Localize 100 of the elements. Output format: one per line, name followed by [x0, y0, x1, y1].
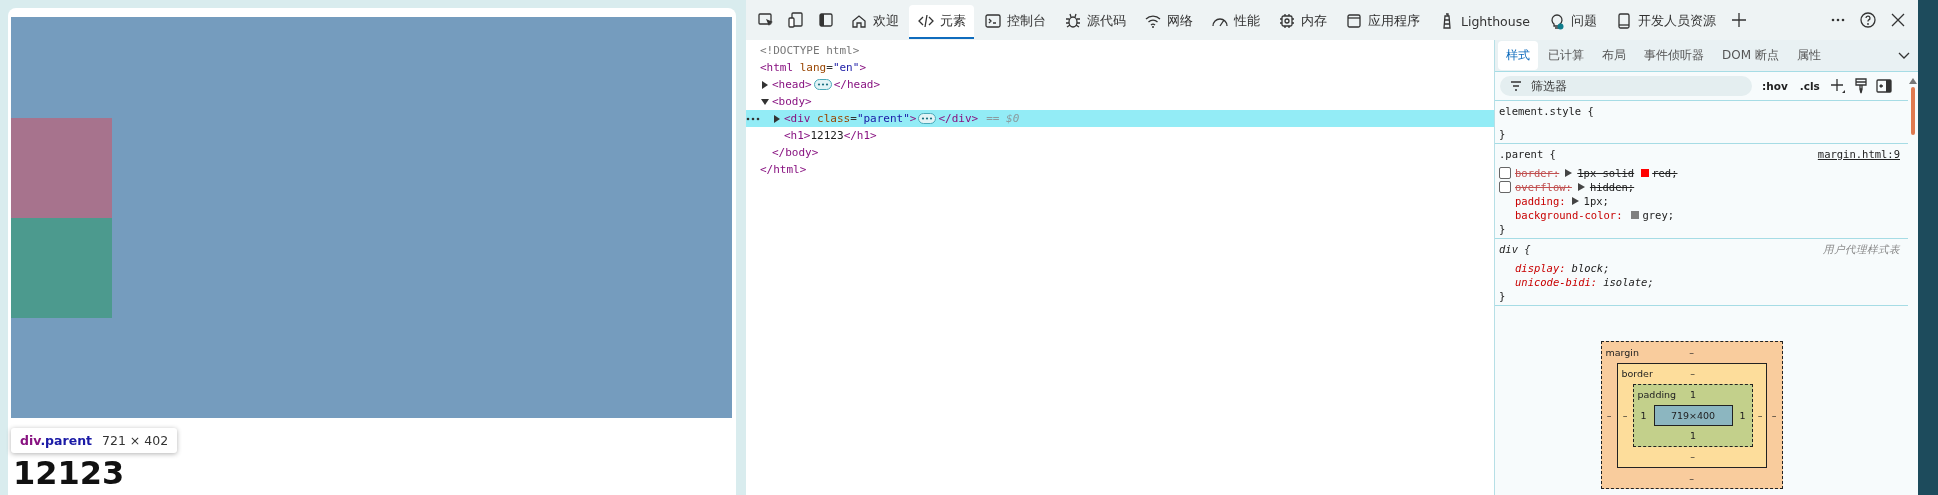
panel-tab[interactable]: 已计算: [1540, 41, 1592, 70]
devtools-tab[interactable]: 开发人员资源: [1606, 5, 1724, 39]
bug-icon: [1064, 12, 1082, 30]
css-property: display:: [1515, 261, 1566, 275]
devtools-tab[interactable]: 源代码: [1056, 5, 1134, 39]
dom-node-tag[interactable]: <head>: [772, 76, 812, 93]
devtools-tab[interactable]: 控制台: [976, 5, 1054, 39]
checkbox[interactable]: [1499, 181, 1511, 193]
box-value: –: [1606, 409, 1612, 421]
dom-node-tag[interactable]: </div>: [938, 110, 979, 127]
dom-node-tag[interactable]: </head>: [833, 76, 881, 93]
devtools-tab[interactable]: 内存: [1270, 5, 1335, 39]
devtools-tab[interactable]: 元素: [909, 5, 974, 39]
box-value: –: [1689, 346, 1694, 358]
css-value: hidden;: [1589, 180, 1635, 194]
color-swatch[interactable]: [1641, 169, 1650, 177]
devtools-tab[interactable]: Lighthouse: [1430, 5, 1538, 39]
help-icon[interactable]: [1859, 11, 1877, 29]
box-value: –: [1690, 451, 1695, 462]
css-property: padding:: [1515, 194, 1566, 208]
scroll-up-icon: [1909, 78, 1917, 84]
element-label: div.parent: [20, 433, 93, 448]
page-heading: 12123: [13, 456, 125, 490]
ellipsis-button[interactable]: [813, 79, 832, 90]
expand-triangle-icon[interactable]: [761, 80, 769, 89]
dom-node-tag[interactable]: <div class="parent">: [784, 110, 917, 127]
add-icon[interactable]: [1730, 12, 1747, 28]
css-property: unicode-bidi:: [1515, 275, 1598, 289]
css-value: 1px solid: [1577, 166, 1635, 180]
panel-tab[interactable]: DOM 断点: [1714, 41, 1787, 70]
panel-tab[interactable]: 属性: [1788, 41, 1829, 70]
css-value: block;: [1571, 261, 1610, 275]
sidebar-icon[interactable]: [1875, 79, 1892, 93]
box-value: –: [1689, 472, 1694, 484]
css-value: isolate;: [1603, 275, 1654, 289]
dom-node-tag[interactable]: <body>: [772, 93, 812, 110]
expand-triangle-icon[interactable]: [1577, 183, 1585, 191]
panel-tab[interactable]: 事件侦听器: [1636, 41, 1712, 70]
dom-node-tag[interactable]: <!DOCTYPE html>: [760, 42, 860, 59]
devtools-tab[interactable]: 问题: [1539, 5, 1605, 39]
add-rule-icon[interactable]: [1829, 78, 1846, 94]
closing-brace: }: [1499, 127, 1507, 141]
window-icon: [1345, 12, 1363, 30]
css-value: 1px;: [1583, 194, 1609, 208]
box-value: –: [1690, 368, 1695, 379]
chevron-down-icon[interactable]: [1898, 51, 1910, 60]
css-selector: .parent {: [1499, 147, 1556, 161]
closing-brace: }: [1499, 222, 1507, 236]
box-label: margin: [1604, 346, 1639, 358]
dom-node-tag[interactable]: <html lang="en">: [760, 59, 866, 76]
css-selector: element.style {: [1499, 104, 1594, 118]
box-value: –: [1757, 409, 1763, 421]
box-value: 1: [1689, 389, 1696, 400]
dom-node-tag[interactable]: <h1>12123</h1>: [784, 127, 877, 144]
filter-field[interactable]: 筛选器: [1500, 76, 1752, 96]
console-icon: [984, 12, 1002, 30]
expand-triangle-icon[interactable]: [1571, 197, 1579, 205]
color-swatch[interactable]: [1631, 211, 1640, 219]
box-label: padding: [1636, 389, 1677, 400]
ellipsis-button[interactable]: [918, 113, 937, 124]
close-icon[interactable]: [1889, 11, 1907, 29]
devtools-tab[interactable]: 性能: [1203, 5, 1268, 39]
box-value: 1: [1739, 409, 1746, 421]
box-value: –: [1771, 409, 1777, 421]
box-value: 1: [1640, 409, 1647, 421]
panel-tab[interactable]: 布局: [1594, 41, 1634, 70]
devtools-tab[interactable]: 欢迎: [842, 5, 907, 39]
code-icon: [917, 12, 935, 30]
panel-tab[interactable]: 样式: [1498, 41, 1538, 70]
box-label: border: [1620, 368, 1653, 379]
css-selector: div {: [1499, 242, 1531, 256]
expand-triangle-icon[interactable]: [1565, 169, 1573, 177]
box-value: –: [1622, 409, 1628, 421]
css-property: border:: [1515, 166, 1560, 180]
toggle-button[interactable]: :hov: [1760, 80, 1790, 92]
css-property: overflow:: [1515, 180, 1572, 194]
dock-icon[interactable]: [817, 11, 835, 29]
checkbox[interactable]: [1499, 167, 1511, 179]
source-link[interactable]: margin.html:9: [1817, 147, 1900, 161]
box-value: 1: [1689, 430, 1696, 441]
dom-node-tag[interactable]: </html>: [760, 161, 807, 178]
devtools-tab[interactable]: 应用程序: [1337, 5, 1428, 39]
filter-icon: [1510, 81, 1522, 91]
expand-triangle-icon[interactable]: [773, 114, 781, 123]
dom-node-tag[interactable]: </body>: [772, 144, 819, 161]
css-property: background-color:: [1515, 208, 1623, 222]
closing-brace: }: [1499, 289, 1507, 303]
stylesheet-label: 用户代理样式表: [1823, 242, 1900, 256]
css-value: grey;: [1642, 208, 1675, 222]
chip-icon: [1278, 12, 1296, 30]
brush-icon[interactable]: [1853, 78, 1868, 94]
size-label: 721 × 402: [102, 433, 169, 448]
collapse-triangle-icon[interactable]: [761, 97, 769, 106]
css-value: red;: [1652, 166, 1678, 180]
devtools-tab[interactable]: 网络: [1136, 5, 1201, 39]
toggle-button[interactable]: .cls: [1797, 80, 1822, 92]
selected-node-marker: == $0: [986, 111, 1020, 127]
device-icon[interactable]: [787, 11, 805, 29]
scrollbar-thumb[interactable]: [1911, 87, 1915, 135]
box-model-content: 719×400: [1653, 404, 1733, 426]
